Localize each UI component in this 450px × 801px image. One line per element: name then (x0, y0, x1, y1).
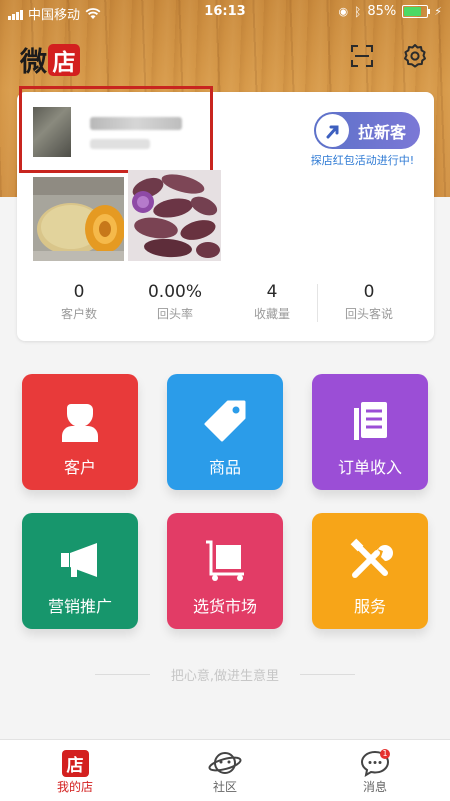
stat-value: 4 (266, 282, 278, 302)
stat-label: 客户数 (60, 307, 97, 321)
planet-icon (208, 752, 242, 774)
tag-icon (204, 400, 246, 442)
status-bar: 中国移动 16:13 ◉ ᛒ 85% ⚡ (0, 0, 450, 24)
tile-label: 营销推广 (47, 597, 112, 616)
person-icon (62, 404, 98, 442)
tile-services[interactable]: 服务 (312, 513, 428, 629)
stat-label: 收藏量 (253, 307, 290, 321)
shop-icon: 店 (61, 749, 89, 777)
tile-label: 选货市场 (192, 597, 257, 616)
tile-label: 订单收入 (337, 458, 402, 477)
order-icon (354, 402, 387, 440)
highlight-box (19, 86, 213, 173)
tools-icon (350, 538, 393, 578)
promo-text[interactable]: 探店红包活动进行中! (300, 152, 425, 168)
tile-label: 商品 (208, 458, 241, 477)
tab-messages[interactable]: 消息 (325, 748, 425, 795)
stat-return-reviews[interactable]: 0 回头客说 (317, 282, 421, 322)
scan-icon[interactable] (349, 43, 375, 69)
tab-community[interactable]: 社区 (175, 748, 275, 795)
arrow-up-icon (316, 114, 349, 147)
tile-label: 服务 (353, 597, 386, 616)
tile-products[interactable]: 商品 (167, 374, 283, 490)
bluetooth-icon: ᛒ (354, 4, 362, 19)
charging-icon: ⚡ (434, 5, 442, 18)
app-logo: 微 店 (20, 40, 80, 79)
logo-text: 微 (20, 47, 47, 78)
tab-label: 社区 (212, 780, 237, 794)
gear-icon[interactable] (402, 43, 428, 69)
product-photo-sweet-potato[interactable] (128, 170, 221, 261)
stat-label: 回头率 (156, 307, 193, 321)
slogan: 把心意,做进生意里 (0, 665, 450, 684)
logo-badge: 店 (48, 43, 80, 76)
tile-sourcing-market[interactable]: 选货市场 (167, 513, 283, 629)
tile-orders-income[interactable]: 订单收入 (312, 374, 428, 490)
product-photo-pumpkin[interactable] (33, 177, 124, 261)
stat-customers[interactable]: 0 客户数 (27, 282, 131, 322)
battery-icon (402, 5, 431, 18)
invite-label: 拉新客 (357, 122, 406, 142)
status-right: ◉ ᛒ 85% ⚡ (339, 4, 442, 19)
cart-icon (206, 540, 244, 581)
tile-marketing[interactable]: 营销推广 (22, 513, 138, 629)
tab-label: 我的店 (56, 780, 93, 794)
orientation-lock-icon: ◉ (338, 5, 349, 18)
stat-label: 回头客说 (344, 307, 393, 321)
tile-label: 客户 (63, 458, 96, 477)
tab-my-shop[interactable]: 店 我的店 (25, 748, 125, 795)
battery-fill (404, 7, 422, 16)
invite-new-customer-button[interactable]: 拉新客 (314, 112, 420, 149)
stat-favorites[interactable]: 4 收藏量 (220, 282, 324, 322)
battery-percent: 85% (367, 4, 397, 19)
stat-value: 0.00% (147, 282, 202, 302)
stat-value: 0 (363, 282, 375, 302)
megaphone-icon (61, 543, 97, 577)
notification-badge: 1 (380, 749, 390, 759)
tab-label: 消息 (362, 780, 387, 794)
tile-customers[interactable]: 客户 (22, 374, 138, 490)
stat-return-rate[interactable]: 0.00% 回头率 (123, 282, 227, 322)
stat-value: 0 (73, 282, 85, 302)
shop-stats: 0 客户数 0.00% 回头率 4 收藏量 0 回头客说 (17, 282, 434, 326)
